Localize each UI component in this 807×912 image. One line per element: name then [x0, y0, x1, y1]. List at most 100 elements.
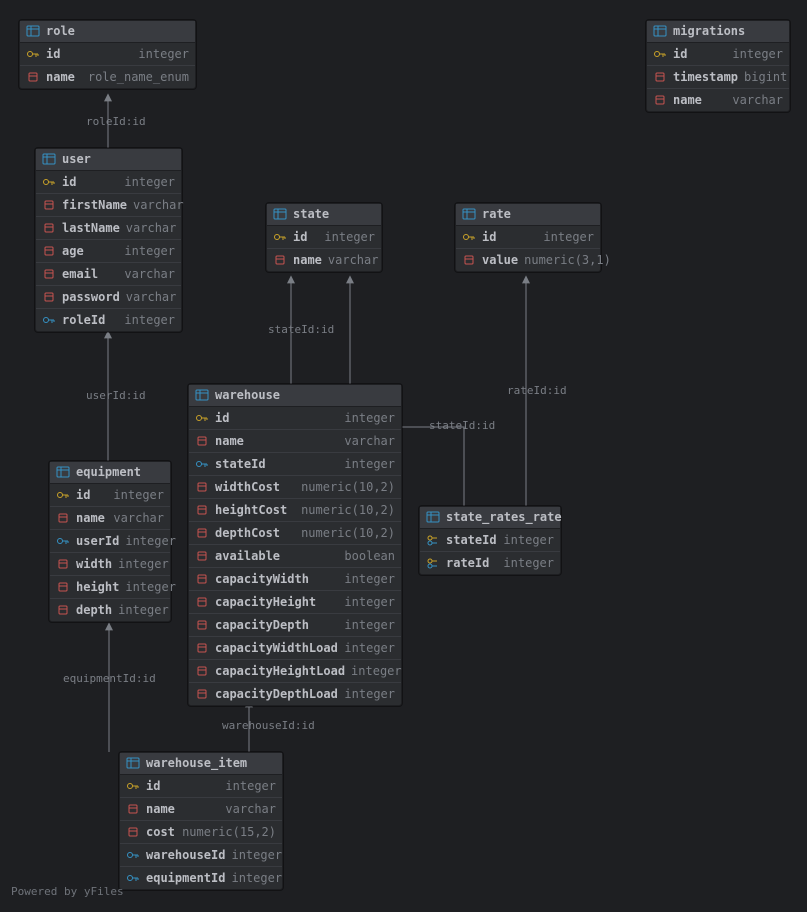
column-row[interactable]: idinteger	[50, 484, 170, 507]
column-row[interactable]: depthCostnumeric(10,2)	[189, 522, 401, 545]
pkfk-icon	[426, 533, 440, 547]
column-icon	[42, 221, 56, 235]
column-row[interactable]: depthinteger	[50, 599, 170, 621]
table-icon	[426, 510, 440, 524]
column-row[interactable]: name varchar	[647, 89, 789, 111]
column-row[interactable]: capacityWidth integer	[189, 568, 401, 591]
column-row[interactable]: costnumeric(15,2)	[120, 821, 282, 844]
col-type: numeric(3,1)	[524, 253, 611, 267]
table-name: warehouse_item	[146, 756, 247, 770]
col-type: varchar	[126, 290, 177, 304]
pkfk-icon	[426, 556, 440, 570]
column-row[interactable]: heightCostnumeric(10,2)	[189, 499, 401, 522]
column-row[interactable]: equipmentIdinteger	[120, 867, 282, 889]
column-row[interactable]: ageinteger	[36, 240, 181, 263]
table-header: warehouse	[189, 385, 401, 407]
table-name: state	[293, 207, 329, 221]
table-name: state_rates_rate	[446, 510, 562, 524]
table-rate[interactable]: rate idinteger valuenumeric(3,1)	[455, 203, 601, 272]
col-type: varchar	[181, 802, 276, 816]
col-type: integer	[66, 47, 189, 61]
column-row[interactable]: rateIdinteger	[420, 552, 560, 574]
column-row[interactable]: capacityWidthLoadinteger	[189, 637, 401, 660]
table-warehouse[interactable]: warehouse idinteger namevarchar stateIdi…	[188, 384, 402, 706]
col-name: id	[673, 47, 687, 61]
column-row[interactable]: idinteger	[20, 43, 195, 66]
table-migrations[interactable]: migrations idinteger timestampbigint nam…	[646, 20, 790, 112]
col-name: capacityWidth	[215, 572, 309, 586]
column-row[interactable]: lastNamevarchar	[36, 217, 181, 240]
column-row[interactable]: capacityHeightinteger	[189, 591, 401, 614]
table-warehouse-item[interactable]: warehouse_item idinteger namevarchar cos…	[119, 752, 283, 890]
column-icon	[126, 825, 140, 839]
col-name: userId	[76, 534, 119, 548]
table-header: warehouse_item	[120, 753, 282, 775]
col-type: role_name_enum	[81, 70, 189, 84]
column-row[interactable]: namevarchar	[120, 798, 282, 821]
col-name: age	[62, 244, 84, 258]
column-icon	[195, 618, 209, 632]
column-row[interactable]: timestampbigint	[647, 66, 789, 89]
col-type: integer	[344, 687, 395, 701]
column-row[interactable]: valuenumeric(3,1)	[456, 249, 600, 271]
col-type: integer	[111, 313, 175, 327]
column-row[interactable]: warehouseIdinteger	[120, 844, 282, 867]
table-icon	[653, 24, 667, 38]
table-header: rate	[456, 204, 600, 226]
fk-icon	[42, 313, 56, 327]
table-icon	[462, 207, 476, 221]
column-row[interactable]: stateIdinteger	[189, 453, 401, 476]
edge-label: equipmentId:id	[63, 672, 156, 685]
column-row[interactable]: capacityDepth integer	[189, 614, 401, 637]
col-type: integer	[315, 618, 395, 632]
column-row[interactable]: userIdinteger	[50, 530, 170, 553]
column-row[interactable]: name role_name_enum	[20, 66, 195, 88]
pk-icon	[462, 230, 476, 244]
table-user[interactable]: user idinteger firstNamevarchar lastName…	[35, 148, 182, 332]
column-row[interactable]: idinteger	[120, 775, 282, 798]
column-row[interactable]: heightinteger	[50, 576, 170, 599]
column-row[interactable]: availableboolean	[189, 545, 401, 568]
pk-icon	[195, 411, 209, 425]
column-row[interactable]: namevarchar	[267, 249, 381, 271]
col-name: name	[673, 93, 702, 107]
col-type: numeric(15,2)	[181, 825, 276, 839]
column-row[interactable]: widthCostnumeric(10,2)	[189, 476, 401, 499]
col-name: depth	[76, 603, 112, 617]
table-role[interactable]: role idinteger namerole_name_enum	[19, 20, 196, 89]
col-name: name	[46, 70, 75, 84]
column-row[interactable]: idinteger	[267, 226, 381, 249]
col-name: name	[215, 434, 244, 448]
edge-label: stateId:id	[268, 323, 334, 336]
fk-icon	[126, 848, 140, 862]
column-icon	[462, 253, 476, 267]
column-row[interactable]: stateIdinteger	[420, 529, 560, 552]
column-row[interactable]: roleIdinteger	[36, 309, 181, 331]
footer-brand: Powered by yFiles	[11, 885, 124, 898]
table-equipment[interactable]: equipment idinteger namevarchar userIdin…	[49, 461, 171, 622]
column-icon	[195, 572, 209, 586]
table-name: warehouse	[215, 388, 280, 402]
column-row[interactable]: firstNamevarchar	[36, 194, 181, 217]
column-row[interactable]: idinteger	[189, 407, 401, 430]
table-state[interactable]: state idinteger namevarchar	[266, 203, 382, 272]
column-row[interactable]: capacityDepthLoadinteger	[189, 683, 401, 705]
column-row[interactable]: passwordvarchar	[36, 286, 181, 309]
column-row[interactable]: capacityHeightLoadinteger	[189, 660, 401, 683]
table-state-rates-rate[interactable]: state_rates_rate stateIdinteger rateIdin…	[419, 506, 561, 575]
column-row[interactable]: widthinteger	[50, 553, 170, 576]
col-name: value	[482, 253, 518, 267]
column-row[interactable]: emailvarchar	[36, 263, 181, 286]
column-row[interactable]: namevarchar	[50, 507, 170, 530]
col-type: integer	[96, 488, 164, 502]
column-icon	[56, 603, 70, 617]
column-row[interactable]: namevarchar	[189, 430, 401, 453]
column-row[interactable]: idinteger	[647, 43, 789, 66]
col-name: lastName	[62, 221, 120, 235]
col-name: capacityDepth	[215, 618, 309, 632]
column-row[interactable]: idinteger	[36, 171, 181, 194]
col-type: varchar	[708, 93, 783, 107]
column-row[interactable]: idinteger	[456, 226, 600, 249]
table-header: state_rates_rate	[420, 507, 560, 529]
col-type: integer	[315, 572, 395, 586]
